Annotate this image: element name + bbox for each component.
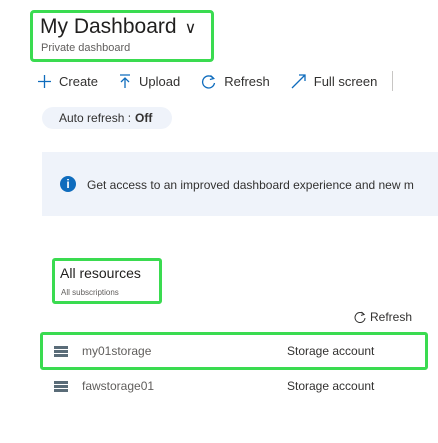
tile-title: All resources [60, 265, 141, 281]
info-banner-text: Get access to an improved dashboard expe… [87, 178, 414, 192]
refresh-button-label: Refresh [224, 73, 270, 89]
tile-refresh-button[interactable]: Refresh [354, 310, 412, 324]
toolbar-divider [392, 71, 394, 91]
chevron-down-icon: ∨ [184, 20, 197, 37]
dashboard-subtitle: Private dashboard [41, 42, 131, 54]
resource-name: fawstorage01 [82, 379, 155, 393]
storage-account-icon [54, 345, 68, 357]
upload-button-label: Upload [139, 73, 181, 89]
auto-refresh-button[interactable]: Auto refresh : Off [42, 107, 173, 129]
tile-subtitle: All subscriptions [61, 288, 119, 297]
auto-refresh-value: Off [135, 111, 153, 125]
resource-type: Storage account [287, 379, 375, 393]
refresh-button[interactable]: Refresh [201, 74, 270, 89]
dashboard-title-dropdown[interactable]: My Dashboard ∨ [40, 15, 196, 39]
resource-type: Storage account [287, 344, 375, 358]
table-row[interactable]: my01storage Storage account [54, 342, 424, 360]
refresh-icon [202, 74, 216, 89]
command-bar: Create Upload Refresh Full screen [38, 70, 394, 92]
upload-icon [120, 73, 131, 88]
full-screen-button[interactable]: Full screen [291, 73, 378, 89]
full-screen-button-label: Full screen [313, 73, 378, 89]
expand-icon [291, 73, 306, 88]
info-icon: i [60, 176, 76, 192]
create-button-label: Create [59, 73, 99, 89]
storage-account-icon [54, 380, 68, 392]
page-title: My Dashboard [40, 15, 177, 38]
create-button[interactable]: Create [38, 74, 98, 89]
tile-refresh-label: Refresh [370, 310, 413, 324]
auto-refresh-label: Auto refresh : [59, 111, 132, 125]
plus-icon [38, 74, 51, 88]
upload-button[interactable]: Upload [119, 74, 180, 89]
refresh-icon [354, 311, 366, 323]
table-row[interactable]: fawstorage01 Storage account [54, 377, 424, 395]
resource-name: my01storage [82, 344, 152, 358]
